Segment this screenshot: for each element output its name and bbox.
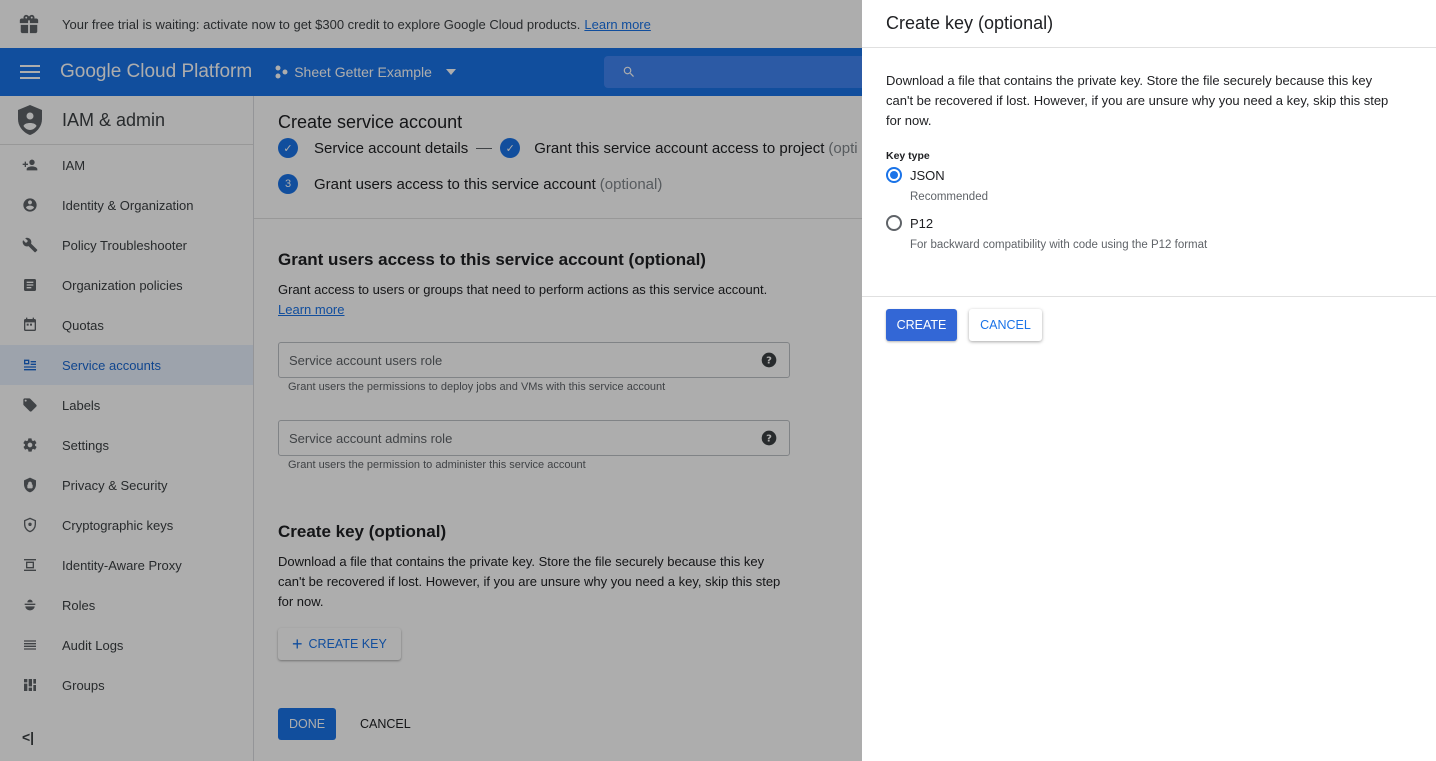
radio-json-label: JSON — [910, 167, 945, 183]
panel-title: Create key (optional) — [886, 13, 1054, 33]
radio-p12-sub: For backward compatibility with code usi… — [910, 239, 1208, 251]
radio-json-sub: Recommended — [910, 191, 988, 203]
radio-unselected-icon[interactable] — [886, 215, 902, 231]
panel-cancel-button[interactable]: CANCEL — [969, 309, 1042, 341]
radio-json[interactable]: JSON — [886, 167, 945, 183]
key-type-label: Key type — [886, 150, 930, 162]
radio-p12[interactable]: P12 — [886, 215, 933, 231]
panel-create-button[interactable]: CREATE — [886, 309, 957, 341]
modal-scrim[interactable] — [0, 0, 862, 761]
create-key-panel: Create key (optional) Download a file th… — [862, 0, 1436, 761]
radio-p12-label: P12 — [910, 215, 934, 231]
radio-selected-icon[interactable] — [886, 167, 902, 183]
panel-description: Download a file that contains the privat… — [886, 73, 1389, 128]
